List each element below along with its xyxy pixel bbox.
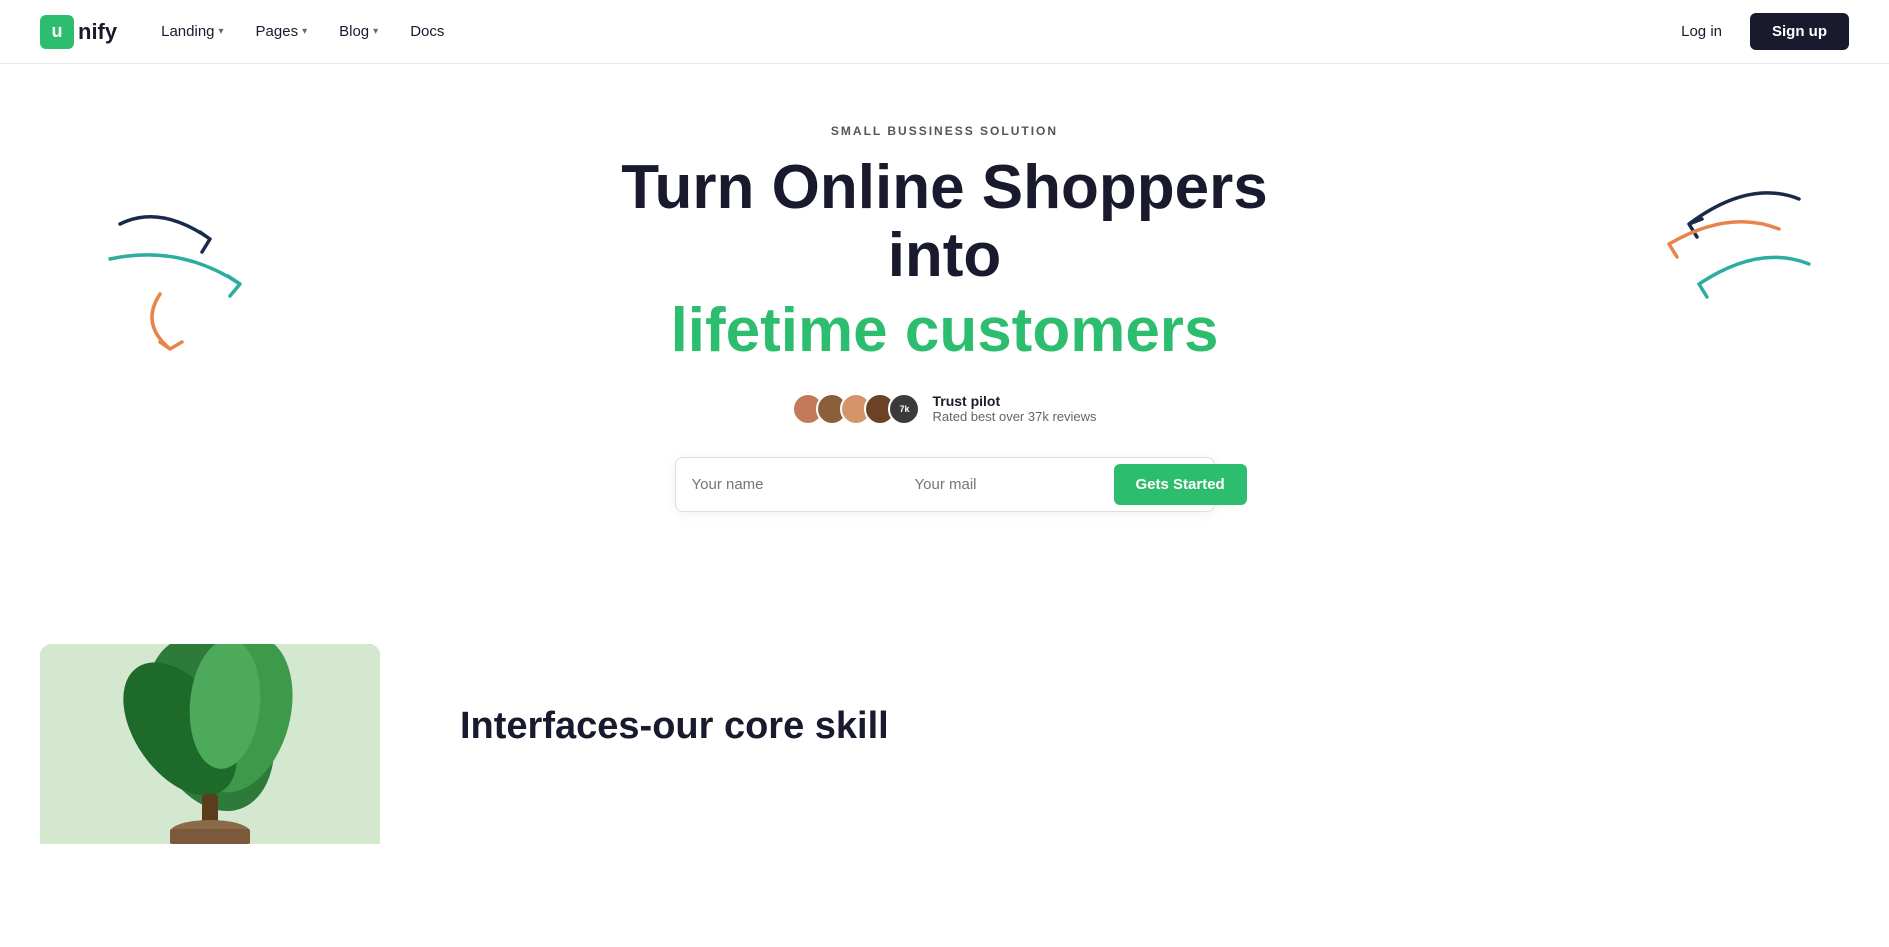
nav-actions: Log in Sign up <box>1669 13 1849 50</box>
chevron-down-icon: ▾ <box>373 26 378 37</box>
get-started-button[interactable]: Gets Started <box>1114 464 1247 505</box>
bottom-image <box>40 644 380 844</box>
trust-subtitle: Rated best over 37k reviews <box>932 409 1096 424</box>
trust-avatars: 7k <box>792 393 920 425</box>
hero-title-line2: lifetime customers <box>671 294 1219 368</box>
logo-text: nify <box>78 19 117 45</box>
nav-item-blog[interactable]: Blog ▾ <box>327 15 390 48</box>
trust-title: Trust pilot <box>932 393 1096 409</box>
bottom-title: Interfaces-our core skill <box>460 704 889 750</box>
avatar-count: 7k <box>888 393 920 425</box>
hero-badge: SMALL BUSSINESS SOLUTION <box>831 124 1058 138</box>
nav-item-docs[interactable]: Docs <box>398 15 456 48</box>
login-button[interactable]: Log in <box>1669 15 1734 48</box>
left-decorative-arrows <box>80 184 280 364</box>
logo[interactable]: u nify <box>40 15 117 49</box>
nav-item-landing[interactable]: Landing ▾ <box>149 15 235 48</box>
chevron-down-icon: ▾ <box>219 26 224 37</box>
plant-illustration <box>40 644 380 844</box>
hero-section: SMALL BUSSINESS SOLUTION Turn Online Sho… <box>0 64 1889 624</box>
signup-form: Gets Started <box>675 457 1215 512</box>
logo-icon: u <box>40 15 74 49</box>
signup-button[interactable]: Sign up <box>1750 13 1849 50</box>
bottom-section: Interfaces-our core skill <box>0 644 1889 844</box>
name-input[interactable] <box>692 468 891 501</box>
trust-row: 7k Trust pilot Rated best over 37k revie… <box>792 393 1096 425</box>
right-decorative-arrows <box>1609 164 1829 344</box>
nav-links: Landing ▾ Pages ▾ Blog ▾ Docs <box>149 15 1669 48</box>
navbar: u nify Landing ▾ Pages ▾ Blog ▾ Docs Log… <box>0 0 1889 64</box>
email-input[interactable] <box>915 468 1114 501</box>
hero-title-line1: Turn Online Shoppers into <box>565 154 1325 290</box>
nav-item-pages[interactable]: Pages ▾ <box>244 15 320 48</box>
chevron-down-icon: ▾ <box>302 26 307 37</box>
trust-text: Trust pilot Rated best over 37k reviews <box>932 393 1096 424</box>
bottom-text: Interfaces-our core skill <box>460 644 889 750</box>
